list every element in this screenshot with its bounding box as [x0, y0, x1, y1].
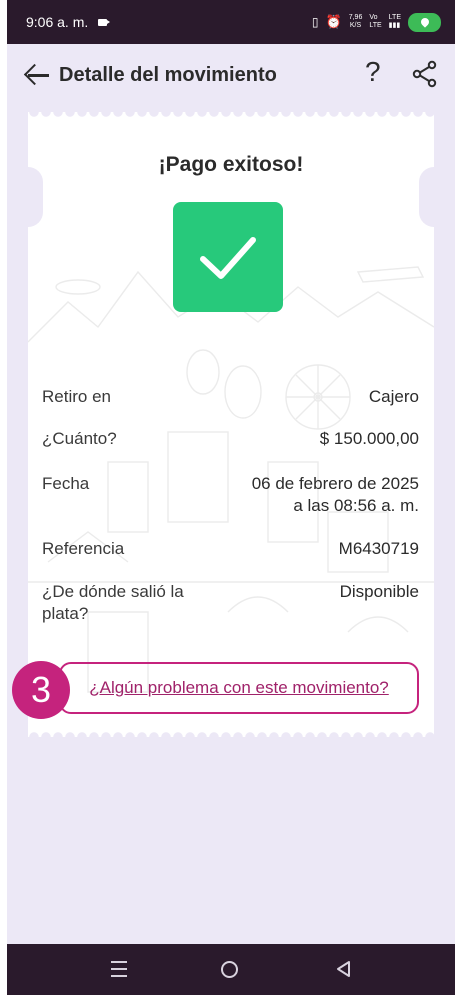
detail-value: Cajero — [368, 387, 419, 406]
detail-label: ¿De dónde salió la plata? — [42, 582, 184, 623]
network-label-lte-2: LTE — [388, 14, 401, 21]
detail-label: Retiro en — [42, 387, 111, 406]
app-header: Detalle del movimiento ? — [7, 44, 455, 106]
page-title: Detalle del movimiento — [59, 63, 277, 86]
status-bar: 9:06 a. m. ▯ ⏰ 7,96 K/S Vo LTE LTE ▮▮▮ — [7, 0, 455, 44]
report-problem-link[interactable]: ¿Algún problema con este movimiento? — [59, 662, 419, 714]
receipt-top-edge — [28, 106, 434, 118]
receipt-card: ¡Pago exitoso! Retiro en Cajero ¿Cuánto?… — [13, 106, 449, 743]
signal-icon: ▮▮▮ — [388, 22, 401, 29]
check-icon — [200, 237, 256, 279]
alarm-icon: ⏰ — [325, 14, 342, 29]
status-icons: ▯ ⏰ 7,96 K/S Vo LTE LTE ▮▮▮ — [311, 12, 441, 32]
speed-value: 7,96 — [348, 14, 363, 21]
menu-icon[interactable] — [111, 961, 127, 977]
step-number-badge: 3 — [12, 661, 70, 719]
app-screen: 9:06 a. m. ▯ ⏰ 7,96 K/S Vo LTE LTE ▮▮▮ D… — [7, 0, 455, 995]
date-value: 06 de febrero de 2025 — [251, 474, 419, 493]
time-value: a las 08:56 a. m. — [293, 496, 419, 515]
detail-label: Fecha — [42, 474, 90, 493]
detail-label: Referencia — [42, 539, 125, 558]
system-nav-bar — [7, 944, 455, 995]
detail-value: Disponible — [339, 582, 419, 601]
network-type-2: LTE ▮▮▮ — [389, 14, 401, 30]
detail-label: ¿Cuánto? — [42, 429, 117, 448]
speed-unit: K/S — [349, 22, 362, 29]
network-type-1: Vo LTE — [369, 14, 381, 30]
vibrate-icon: ▯ — [311, 15, 319, 29]
success-heading: ¡Pago exitoso! — [158, 153, 304, 176]
video-recording-icon — [98, 18, 111, 26]
detail-value: 06 de febrero de 2025 a las 08:56 a. m. — [252, 473, 419, 517]
detail-value: $ 150.000,00 — [319, 429, 419, 448]
back-triangle-icon[interactable] — [334, 959, 352, 979]
network-label-lte: LTE — [369, 22, 382, 29]
back-arrow-icon[interactable] — [23, 61, 52, 89]
network-label-vo: Vo — [369, 14, 378, 21]
network-speed: 7,96 K/S — [349, 14, 363, 30]
status-time: 9:06 a. m. — [26, 14, 89, 30]
receipt-bottom-edge — [28, 731, 434, 743]
help-icon[interactable]: ? — [365, 56, 381, 88]
success-check-badge — [173, 202, 283, 312]
battery-location-icon — [408, 12, 441, 32]
detail-value: M6430719 — [338, 539, 419, 558]
location-pin-icon — [418, 16, 431, 28]
home-icon[interactable] — [221, 961, 238, 978]
share-icon[interactable] — [412, 60, 438, 88]
